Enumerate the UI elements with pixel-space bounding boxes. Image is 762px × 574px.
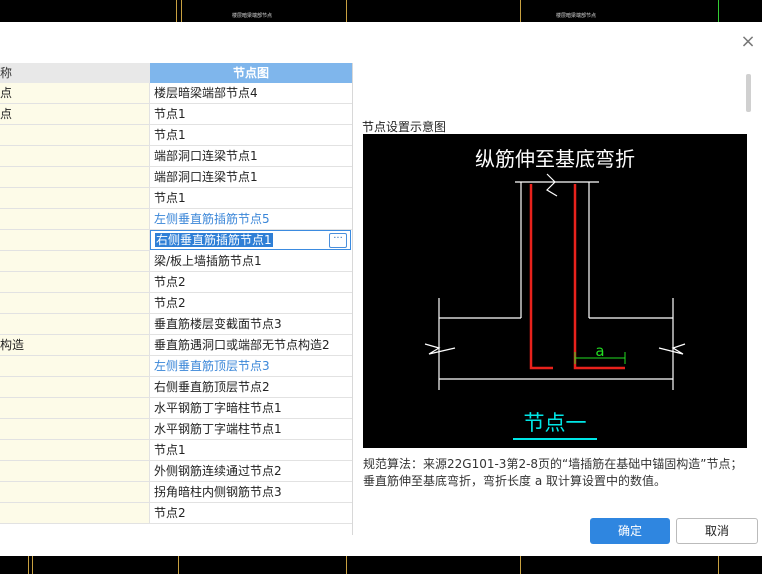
node-caption: 节点一: [524, 411, 587, 435]
row-node-cell[interactable]: 梁/板上墙插筋节点1: [150, 251, 352, 272]
table-row[interactable]: 端部洞口连梁节点1: [0, 146, 352, 167]
row-name-cell[interactable]: [0, 230, 150, 251]
preview-label: 节点设置示意图: [362, 120, 447, 134]
row-name-cell[interactable]: [0, 440, 150, 461]
table-row[interactable]: 水平钢筋丁字端柱节点1: [0, 419, 352, 440]
table-row[interactable]: 点节点1: [0, 104, 352, 125]
diagram-title: 纵筋伸至基底弯折: [475, 147, 635, 171]
row-node-cell[interactable]: 节点1: [150, 125, 352, 146]
cad-line: [346, 0, 347, 22]
table-row[interactable]: 外侧钢筋连续通过节点2: [0, 461, 352, 482]
row-name-cell[interactable]: [0, 356, 150, 377]
table-row[interactable]: 节点2: [0, 503, 352, 524]
row-node-cell[interactable]: 拐角暗柱内侧钢筋节点3: [150, 482, 352, 503]
row-node-cell[interactable]: 外侧钢筋连续通过节点2: [150, 461, 352, 482]
row-node-cell[interactable]: 端部洞口连梁节点1: [150, 167, 352, 188]
row-node-cell[interactable]: 端部洞口连梁节点1: [150, 146, 352, 167]
row-name-cell[interactable]: [0, 272, 150, 293]
row-node-cell[interactable]: 右侧垂直筋插筋节点1 ···: [150, 230, 351, 250]
row-name-cell[interactable]: 构造: [0, 335, 150, 356]
preview-panel: 节点设置示意图 纵筋伸至基底弯折 a 节点一 规范算法：来源22G101-3第2…: [355, 116, 751, 514]
row-node-cell[interactable]: 垂直筋遇洞口或端部无节点构造2: [150, 335, 352, 356]
row-node-cell[interactable]: 水平钢筋丁字端柱节点1: [150, 419, 352, 440]
table-row[interactable]: 水平钢筋丁字暗柱节点1: [0, 398, 352, 419]
table-row[interactable]: 节点2: [0, 293, 352, 314]
cad-line: [28, 556, 29, 574]
node-table: 称 节点图 点楼层暗梁端部节点4 点节点1 节点1 端部洞口连梁节点1 端部洞口连梁节点…: [0, 63, 353, 535]
more-options-button[interactable]: ···: [329, 233, 347, 248]
table-row[interactable]: 右侧垂直筋插筋节点1 ···: [0, 230, 352, 251]
row-name-cell[interactable]: [0, 419, 150, 440]
cad-line: [520, 0, 521, 22]
cad-line: [32, 556, 33, 574]
row-name-cell[interactable]: [0, 209, 150, 230]
background-cad-strip-bottom: [0, 556, 762, 574]
table-row[interactable]: 点楼层暗梁端部节点4: [0, 83, 352, 104]
row-node-cell[interactable]: 节点2: [150, 293, 352, 314]
ok-button[interactable]: 确定: [590, 518, 670, 544]
table-row[interactable]: 节点1: [0, 440, 352, 461]
row-node-cell[interactable]: 左侧垂直筋插筋节点5: [150, 209, 352, 230]
cad-text: 楼层暗梁端部节点: [232, 13, 273, 19]
row-node-cell[interactable]: 节点2: [150, 272, 352, 293]
table-row[interactable]: 节点1: [0, 188, 352, 209]
row-node-cell[interactable]: 节点1: [150, 440, 352, 461]
row-node-cell[interactable]: 节点1: [150, 188, 352, 209]
cad-line: [178, 556, 179, 574]
row-name-cell[interactable]: [0, 482, 150, 503]
row-name-cell[interactable]: [0, 167, 150, 188]
preview-scrollbar[interactable]: [746, 74, 751, 112]
row-name-cell[interactable]: [0, 503, 150, 524]
node-settings-dialog: × 称 节点图 点楼层暗梁端部节点4 点节点1 节点1 端部洞口连梁节点1 端部洞口连梁…: [0, 22, 762, 556]
row-name-cell[interactable]: [0, 251, 150, 272]
table-row[interactable]: 左侧垂直筋顶层节点3: [0, 356, 352, 377]
row-name-cell[interactable]: 点: [0, 104, 150, 125]
cad-line: [181, 0, 182, 22]
row-node-cell[interactable]: 垂直筋楼层变截面节点3: [150, 314, 352, 335]
close-icon[interactable]: ×: [738, 32, 758, 52]
node-diagram-svg: 纵筋伸至基底弯折 a 节点一: [424, 147, 686, 440]
row-name-cell[interactable]: [0, 461, 150, 482]
table-row[interactable]: 右侧垂直筋顶层节点2: [0, 377, 352, 398]
table-row[interactable]: 左侧垂直筋插筋节点5: [0, 209, 352, 230]
row-node-cell[interactable]: 楼层暗梁端部节点4: [150, 83, 352, 104]
wall-outline: [424, 173, 686, 390]
cad-line: [520, 556, 521, 574]
cad-line: [718, 556, 719, 574]
row-name-cell[interactable]: [0, 377, 150, 398]
row-name-cell[interactable]: [0, 188, 150, 209]
table-row[interactable]: 梁/板上墙插筋节点1: [0, 251, 352, 272]
row-node-cell[interactable]: 右侧垂直筋顶层节点2: [150, 377, 352, 398]
cancel-button[interactable]: 取消: [676, 518, 758, 544]
selected-node-text[interactable]: 右侧垂直筋插筋节点1: [155, 233, 273, 247]
table-row[interactable]: 端部洞口连梁节点1: [0, 167, 352, 188]
rebar-lines: [529, 184, 625, 370]
row-name-cell[interactable]: 点: [0, 83, 150, 104]
row-node-cell[interactable]: 左侧垂直筋顶层节点3: [150, 356, 352, 377]
row-name-cell[interactable]: [0, 398, 150, 419]
dimension-label: a: [595, 342, 604, 360]
row-name-cell[interactable]: [0, 314, 150, 335]
cad-line: [346, 556, 347, 574]
table-header: 称 节点图: [0, 63, 352, 83]
row-name-cell[interactable]: [0, 125, 150, 146]
row-node-cell[interactable]: 水平钢筋丁字暗柱节点1: [150, 398, 352, 419]
node-diagram: 纵筋伸至基底弯折 a 节点一: [363, 134, 747, 448]
table-row[interactable]: 垂直筋楼层变截面节点3: [0, 314, 352, 335]
table-row[interactable]: 节点1: [0, 125, 352, 146]
table-row[interactable]: 节点2: [0, 272, 352, 293]
row-name-cell[interactable]: [0, 293, 150, 314]
row-name-cell[interactable]: [0, 146, 150, 167]
cad-line: [718, 0, 719, 22]
column-header-name[interactable]: 称: [0, 63, 151, 83]
background-cad-strip-top: 楼层暗梁端部节点 楼层暗梁端部节点: [0, 0, 762, 22]
column-header-node[interactable]: 节点图: [150, 63, 352, 83]
row-node-cell[interactable]: 节点1: [150, 104, 352, 125]
cad-text: 楼层暗梁端部节点: [556, 13, 597, 19]
table-row[interactable]: 构造 垂直筋遇洞口或端部无节点构造2: [0, 335, 352, 356]
row-node-cell[interactable]: 节点2: [150, 503, 352, 524]
table-row[interactable]: 拐角暗柱内侧钢筋节点3: [0, 482, 352, 503]
algorithm-description: 规范算法：来源22G101-3第2-8页的“墙插筋在基础中锚固构造”节点；垂直筋…: [363, 457, 743, 488]
cad-line: [176, 0, 177, 22]
